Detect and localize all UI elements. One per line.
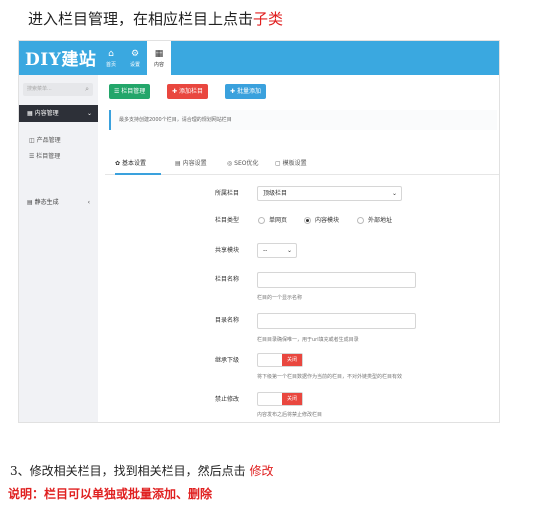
module-label: 共享模块 xyxy=(214,247,239,254)
doc-note: 说明：栏目可以单独或批量添加、删除 xyxy=(8,487,213,501)
tab-label: SEO优化 xyxy=(234,160,259,167)
radio-label: 外部地址 xyxy=(368,217,393,224)
window-icon: ▢ xyxy=(275,160,283,167)
grid-icon: ▤ xyxy=(175,160,183,167)
tab-label: 内容设置 xyxy=(182,160,207,167)
disable-toggle[interactable]: 关闭 xyxy=(257,392,303,406)
sidebar: 搜索菜单... ⌕ ▦ 内容管理 ⌄ ◫ 产品管理 ☰ 栏目管理 ▤ 静态生成 … xyxy=(19,75,98,422)
topnav-label: 设置 xyxy=(129,61,140,68)
chevron-down-icon: ⌄ xyxy=(86,110,92,117)
topnav-home[interactable]: ⌂ 首页 xyxy=(99,41,123,75)
batch-add-button[interactable]: ✚ 批量添加 xyxy=(225,84,266,99)
button-label: 栏目管理 xyxy=(121,88,146,95)
parent-label: 所属栏目 xyxy=(214,190,239,197)
name-label: 栏目名称 xyxy=(214,276,239,283)
chevron-down-icon: ⌄ xyxy=(286,247,292,254)
topnav-label: 首页 xyxy=(105,61,116,68)
button-label: 添加栏目 xyxy=(178,88,203,95)
notice-bar: 最多支持创建2000个栏目，请合理的规划网站栏目 xyxy=(109,110,497,130)
admin-screenshot: DIY建站 ⌂ 首页 ⚙ 设置 ▦ 内容 搜索菜单... ⌕ ▦ 内容管理 ⌄ xyxy=(18,40,500,423)
grid-icon: ▦ xyxy=(154,48,164,59)
sidebar-item-label: 产品管理 xyxy=(36,137,61,144)
doc-step3-highlight: 修改 xyxy=(249,464,274,478)
list-icon: ◫ xyxy=(29,137,37,144)
disable-help: 内容发布之后将禁止修改栏目 xyxy=(257,412,323,418)
sidebar-item-products[interactable]: ◫ 产品管理 xyxy=(19,135,98,147)
topnav-content[interactable]: ▦ 内容 xyxy=(147,41,171,75)
module-select[interactable]: -- ⌄ xyxy=(257,243,297,258)
top-nav: ⌂ 首页 ⚙ 设置 ▦ 内容 xyxy=(99,41,171,75)
file-icon: ▤ xyxy=(27,199,35,206)
radio-label: 内容模块 xyxy=(315,217,340,224)
inherit-help: 将下级第一个栏目数据作为当前的栏目，不对外链类型的栏目有效 xyxy=(257,374,403,380)
radio-icon xyxy=(258,217,265,224)
sidebar-search-placeholder: 搜索菜单... xyxy=(27,86,52,92)
chevron-down-icon: ⌄ xyxy=(391,190,397,197)
tab-seo[interactable]: ◎ SEO优化 xyxy=(227,153,258,175)
tab-content[interactable]: ▤ 内容设置 xyxy=(175,153,207,175)
parent-select-value: 顶级栏目 xyxy=(263,190,288,197)
toggle-knob: 关闭 xyxy=(282,354,302,366)
gear-icon: ✿ xyxy=(115,160,122,167)
disable-label: 禁止修改 xyxy=(214,396,239,403)
sidebar-item-label: 内容管理 xyxy=(34,110,59,117)
dir-label: 目录名称 xyxy=(214,317,239,324)
radio-label: 单网页 xyxy=(269,217,288,224)
type-radio-external[interactable]: 外部地址 xyxy=(357,213,392,228)
top-bar: DIY建站 ⌂ 首页 ⚙ 设置 ▦ 内容 xyxy=(19,41,499,75)
type-radio-module[interactable]: 内容模块 xyxy=(304,213,339,228)
name-help: 栏目的一个显示名称 xyxy=(257,295,303,301)
sidebar-item-columns[interactable]: ☰ 栏目管理 xyxy=(19,151,98,163)
column-name-input[interactable] xyxy=(257,272,416,288)
dir-name-input[interactable] xyxy=(257,313,416,329)
doc-step3: 3、修改相关栏目，找到相关栏目，然后点击 修改 xyxy=(10,462,273,479)
doc-step-intro-text: 进入栏目管理，在相应栏目上点击 xyxy=(28,10,254,28)
type-radio-page[interactable]: 单网页 xyxy=(258,213,287,228)
doc-step-intro: 进入栏目管理，在相应栏目上点击子类 xyxy=(28,8,283,29)
column-manage-button[interactable]: ☰ 栏目管理 xyxy=(109,84,151,99)
plus-icon: ✚ xyxy=(230,88,237,95)
add-column-button[interactable]: ✚ 添加栏目 xyxy=(167,84,208,99)
grid-icon: ▦ xyxy=(27,110,35,117)
toggle-knob: 关闭 xyxy=(282,393,302,405)
tab-template[interactable]: ▢ 模板设置 xyxy=(275,153,307,175)
plus-icon: ✚ xyxy=(172,88,179,95)
gear-icon: ⚙ xyxy=(130,48,140,59)
inherit-label: 继承下级 xyxy=(214,357,239,364)
tab-label: 基本设置 xyxy=(121,160,146,167)
brand-logo[interactable]: DIY建站 xyxy=(25,45,96,70)
module-select-value: -- xyxy=(263,247,268,254)
search-icon: ⌕ xyxy=(85,85,89,93)
radio-checked-icon xyxy=(304,217,311,224)
topnav-settings[interactable]: ⚙ 设置 xyxy=(123,41,147,75)
type-label: 栏目类型 xyxy=(214,217,239,224)
chevron-left-icon: ‹ xyxy=(87,199,90,206)
doc-step3-text: 3、修改相关栏目，找到相关栏目，然后点击 xyxy=(10,464,246,478)
form-tabs: ✿ 基本设置 ▤ 内容设置 ◎ SEO优化 ▢ 模板设置 xyxy=(105,153,499,175)
doc-step-intro-highlight: 子类 xyxy=(253,10,284,28)
inherit-toggle[interactable]: 关闭 xyxy=(257,353,303,367)
sidebar-item-static[interactable]: ▤ 静态生成 ‹ xyxy=(19,197,98,209)
button-label: 批量添加 xyxy=(236,88,261,95)
sidebar-item-content-manage[interactable]: ▦ 内容管理 ⌄ xyxy=(19,105,98,122)
main-content: ☰ 栏目管理 ✚ 添加栏目 ✚ 批量添加 最多支持创建2000个栏目，请合理的规… xyxy=(105,75,499,422)
dir-help: 栏目目录确保唯一，用于url填充或者生成目录 xyxy=(257,337,359,343)
parent-select[interactable]: 顶级栏目 ⌄ xyxy=(257,186,402,201)
sidebar-search-input[interactable]: 搜索菜单... ⌕ xyxy=(23,83,93,96)
tab-basic[interactable]: ✿ 基本设置 xyxy=(115,153,161,175)
radio-icon xyxy=(357,217,364,224)
sidebar-item-label: 栏目管理 xyxy=(36,153,61,160)
home-icon: ⌂ xyxy=(108,48,114,59)
sidebar-item-label: 静态生成 xyxy=(34,199,59,206)
topnav-label: 内容 xyxy=(153,61,164,68)
tab-label: 模板设置 xyxy=(282,160,307,167)
